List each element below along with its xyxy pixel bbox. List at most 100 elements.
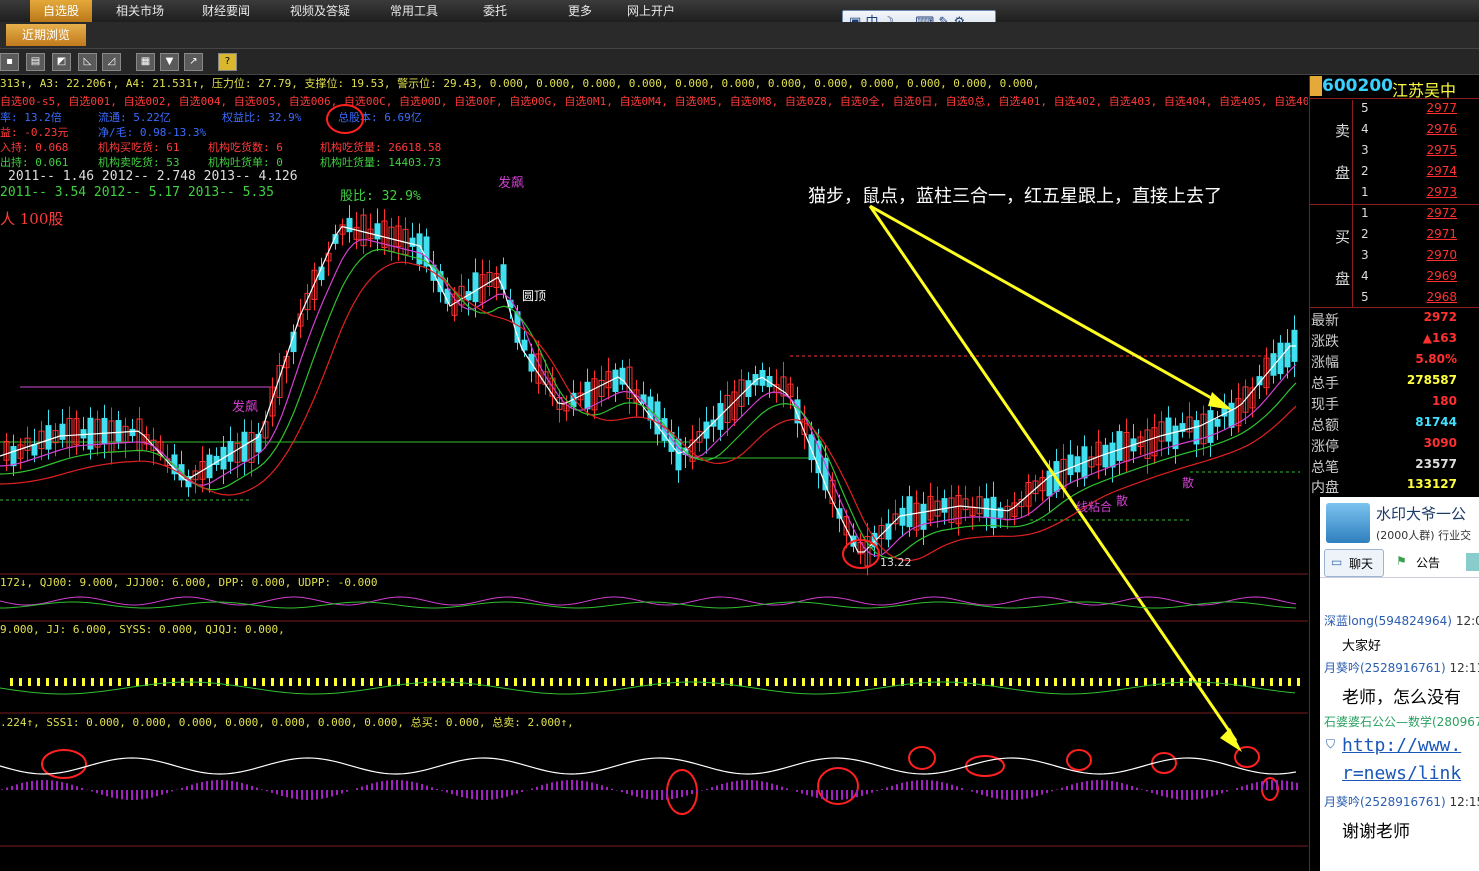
indicator-bar	[1243, 678, 1246, 686]
indicator-bar	[64, 678, 67, 686]
indicator-bar	[1036, 678, 1039, 686]
sell-row: 2 2974	[1361, 164, 1457, 178]
indicator-bar	[964, 678, 967, 686]
stock-code: 600200	[1322, 76, 1393, 96]
indicator-bar	[379, 678, 382, 686]
sell-row: 3 2975	[1361, 143, 1457, 157]
candle	[346, 217, 353, 233]
indicator-bar	[343, 678, 346, 686]
candle	[920, 503, 927, 530]
candle	[101, 417, 108, 445]
info-icon[interactable]: ▼	[160, 53, 179, 71]
indicator-bar	[892, 678, 895, 686]
indicator-bar	[325, 678, 328, 686]
indicator-bar	[1018, 678, 1021, 686]
chat-window[interactable]: 水印大爷一公 (2000人群) 行业交 ▭ 聊天 ⚑ 公告 深蓝long(594…	[1320, 497, 1479, 871]
panel1-header: 172↓, QJ00: 9.000, JJJ00: 6.000, DPP: 0.…	[0, 576, 378, 589]
panel3-header: .224↑, SSS1: 0.000, 0.000, 0.000, 0.000,…	[0, 716, 574, 729]
candle	[10, 446, 17, 467]
quote-row: 总额 81744	[1311, 415, 1457, 434]
indicator-bar	[1090, 678, 1093, 686]
note-icon[interactable]: ▦	[136, 53, 155, 71]
indicator-bar	[1072, 678, 1075, 686]
chat-link[interactable]: r=news/link	[1342, 763, 1461, 784]
candle	[1207, 410, 1214, 443]
chat-user[interactable]: 石婆婆石公公—数学(280967	[1324, 713, 1479, 730]
candle	[899, 507, 906, 526]
toolbar-icon-1[interactable]: ▪	[0, 53, 19, 71]
menu-trade[interactable]: 委托	[470, 0, 520, 22]
candle	[1109, 442, 1116, 468]
indicator-bar	[100, 678, 103, 686]
indicator-bar	[253, 678, 256, 686]
indicator-bar	[1027, 678, 1030, 686]
chat-user[interactable]: 月葵吟(2528916761) 12:11	[1324, 659, 1479, 676]
sell-label-1: 卖	[1335, 122, 1351, 140]
candle	[521, 339, 528, 351]
kline-icon[interactable]: ▤	[26, 53, 45, 71]
indicator-bar	[1063, 678, 1066, 686]
more-tab-icon[interactable]	[1466, 553, 1479, 571]
indicator-bar	[550, 678, 553, 686]
indicator-bar	[1099, 678, 1102, 686]
trend-icon[interactable]: ↗	[184, 53, 203, 71]
menu-market[interactable]: 相关市场	[104, 0, 176, 22]
indicator-bar	[1288, 678, 1291, 686]
indicator-bar	[1279, 678, 1282, 686]
highlight-circle	[326, 104, 364, 134]
draw-line-icon[interactable]: ◺	[78, 53, 97, 71]
buy-row: 4 2969	[1361, 269, 1457, 283]
chat-user[interactable]: 月葵吟(2528916761) 12:15	[1324, 793, 1479, 810]
chat-icon: ▭	[1331, 555, 1343, 569]
menu-more[interactable]: 更多	[556, 0, 604, 22]
divider	[1320, 577, 1479, 578]
indicator-bar	[919, 678, 922, 686]
menu-video[interactable]: 视频及答疑	[278, 0, 362, 22]
indicator-bar	[658, 678, 661, 686]
menu-tools[interactable]: 常用工具	[378, 0, 450, 22]
indicator-bar	[1297, 678, 1300, 686]
tab-notice[interactable]: ⚑ 公告	[1394, 553, 1454, 575]
indicator-bar	[1261, 678, 1264, 686]
indicator-bar	[235, 678, 238, 686]
help-icon[interactable]: ?	[218, 53, 237, 71]
annotation-arrow	[869, 204, 1223, 406]
indicator-bar	[37, 678, 40, 686]
indicator-bar	[1162, 678, 1165, 686]
indicator-bar	[820, 678, 823, 686]
indicator-bar	[406, 678, 409, 686]
quote-row: 最新 2972	[1311, 310, 1457, 329]
candle	[115, 420, 122, 442]
menu-news[interactable]: 财经要闻	[190, 0, 262, 22]
menu-zixuan[interactable]: 自选股	[30, 0, 92, 22]
indicator-bar	[415, 678, 418, 686]
indicator-bar	[874, 678, 877, 686]
candle	[584, 381, 591, 410]
annotation-arrow-head	[1220, 728, 1242, 752]
indicator-bar	[766, 678, 769, 686]
indicator-bar	[568, 678, 571, 686]
group-members: (2000人群) 行业交	[1376, 529, 1472, 542]
candle	[906, 496, 913, 528]
chart-icon[interactable]: ◩	[52, 53, 71, 71]
indicator-bar	[1216, 678, 1219, 686]
indicator-bar	[775, 678, 778, 686]
draw-angle-icon[interactable]: ◿	[102, 53, 121, 71]
candle	[31, 443, 38, 456]
tab-chat[interactable]: ▭ 聊天	[1324, 549, 1384, 577]
chat-user[interactable]: 深蓝long(594824964) 12:0	[1324, 612, 1479, 629]
indicator-bar	[262, 678, 265, 686]
chat-link[interactable]: http://www.	[1342, 735, 1461, 756]
panel-badge-icon	[1310, 76, 1322, 96]
indicator-bar	[82, 678, 85, 686]
indicator-bar	[622, 678, 625, 686]
tab-recent[interactable]: 近期浏览	[6, 24, 86, 46]
indicator-bar	[577, 678, 580, 686]
quote-row: 总笔 23577	[1311, 457, 1457, 476]
label-xianzhanhe: 线粘合	[1076, 500, 1113, 514]
indicator-bar	[505, 678, 508, 686]
indicator-line	[0, 757, 1297, 775]
label-fabiao: 发飙	[498, 176, 525, 191]
menu-open-account[interactable]: 网上开户	[614, 0, 688, 22]
label-san-2: 散	[1182, 476, 1195, 490]
